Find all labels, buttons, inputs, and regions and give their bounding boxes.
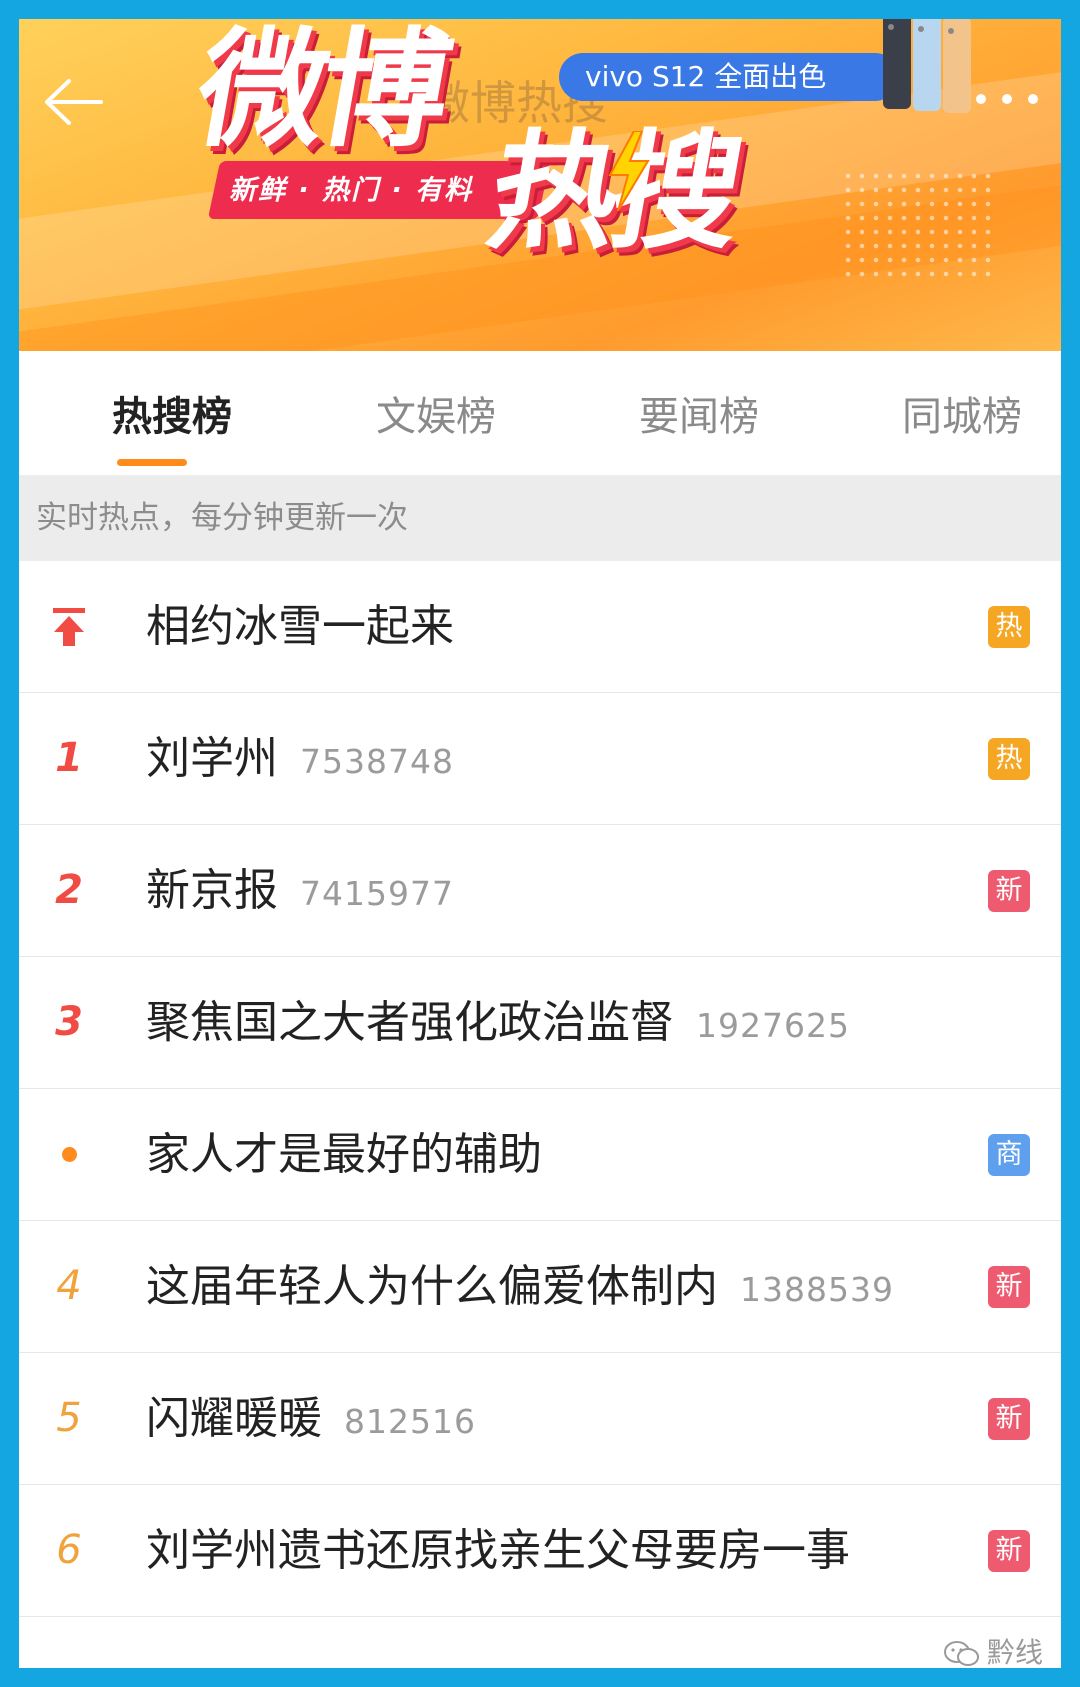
- new-badge: 新: [988, 1266, 1030, 1308]
- tab-news[interactable]: 要闻榜: [599, 387, 799, 447]
- list-item[interactable]: 6 刘学州遗书还原找亲生父母要房一事 新: [19, 1485, 1061, 1617]
- heat-count: 1388539: [740, 1270, 894, 1309]
- tab-entertainment[interactable]: 文娱榜: [336, 387, 536, 447]
- topic-title: 刘学州遗书还原找亲生父母要房一事: [146, 1525, 850, 1576]
- ranking-tabs: 热搜榜 文娱榜 要闻榜 同城榜: [19, 351, 1061, 475]
- commercial-badge: 商: [988, 1134, 1030, 1176]
- list-item-partial: [19, 1617, 1061, 1668]
- new-badge: 新: [988, 1398, 1030, 1440]
- weibo-hot-search-logo: 微博 热搜: [186, 19, 748, 267]
- list-item[interactable]: 3 聚焦国之大者强化政治监督 1927625: [19, 957, 1061, 1089]
- update-notice: 实时热点，每分钟更新一次: [19, 475, 1061, 561]
- rank-number: 1: [55, 735, 83, 781]
- list-item[interactable]: 相约冰雪一起来 热: [19, 561, 1061, 693]
- update-notice-text: 实时热点，每分钟更新一次: [36, 500, 408, 536]
- banner-dot-pattern: [841, 169, 991, 279]
- source-watermark: 黔线: [943, 1631, 1043, 1668]
- hot-badge: 热: [988, 606, 1030, 648]
- logo-line-1: 微博: [185, 19, 457, 165]
- heat-count: 7538748: [300, 742, 454, 781]
- topic-title: 这届年轻人为什么偏爱体制内 1388539: [146, 1261, 894, 1312]
- topic-title: 家人才是最好的辅助: [146, 1129, 542, 1180]
- rank-number: 5: [56, 1395, 82, 1441]
- new-badge: 新: [988, 870, 1030, 912]
- hot-badge: 热: [988, 738, 1030, 780]
- topic-title: 聚焦国之大者强化政治监督 1927625: [146, 997, 850, 1048]
- wechat-icon: [943, 1641, 979, 1666]
- ad-banner-label[interactable]: vivo S12 全面出色: [559, 53, 899, 101]
- tab-local[interactable]: 同城榜: [862, 387, 1061, 447]
- lightning-icon: [608, 131, 650, 211]
- topic-title: 刘学州 7538748: [146, 733, 454, 784]
- heat-count: 7415977: [300, 874, 454, 913]
- heat-count: 1927625: [696, 1006, 850, 1045]
- active-tab-indicator: [117, 459, 187, 466]
- list-item[interactable]: 2 新京报 7415977 新: [19, 825, 1061, 957]
- banner-slogan: 新鲜 · 热门 · 有料: [229, 175, 474, 206]
- new-badge: 新: [988, 1530, 1030, 1572]
- topic-title: 新京报 7415977: [146, 865, 454, 916]
- back-arrow-icon: [45, 79, 103, 125]
- topic-title: 闪耀暖暖 812516: [146, 1393, 476, 1444]
- rank-number: 3: [55, 999, 83, 1045]
- list-item[interactable]: 4 这届年轻人为什么偏爱体制内 1388539 新: [19, 1221, 1061, 1353]
- watermark-text: 黔线: [986, 1636, 1043, 1668]
- topic-title: 相约冰雪一起来: [146, 601, 454, 652]
- rank-number: 2: [55, 867, 83, 913]
- ad-dot-icon: [62, 1147, 77, 1162]
- app-screen: 微博热搜 微博 热搜 新鲜 · 热门 · 有料 vivo S12 全面出色 热搜…: [19, 19, 1061, 1668]
- hot-search-banner: 微博热搜 微博 热搜 新鲜 · 热门 · 有料 vivo S12 全面出色: [19, 19, 1061, 351]
- list-item[interactable]: 1 刘学州 7538748 热: [19, 693, 1061, 825]
- more-dots-icon: [976, 94, 1038, 104]
- back-button[interactable]: [39, 67, 109, 137]
- list-item[interactable]: 5 闪耀暖暖 812516 新: [19, 1353, 1061, 1485]
- list-item[interactable]: 家人才是最好的辅助 商: [19, 1089, 1061, 1221]
- heat-count: 812516: [344, 1402, 476, 1441]
- pin-top-icon: [53, 608, 85, 646]
- tab-hot-search[interactable]: 热搜榜: [72, 387, 272, 447]
- more-button[interactable]: [967, 79, 1047, 119]
- rank-number: 4: [56, 1263, 82, 1309]
- hot-search-list: 相约冰雪一起来 热 1 刘学州 7538748 热 2 新京报 7415977 新 …: [19, 561, 1061, 1668]
- phone-product-image: [883, 19, 971, 113]
- rank-number: 6: [56, 1527, 82, 1573]
